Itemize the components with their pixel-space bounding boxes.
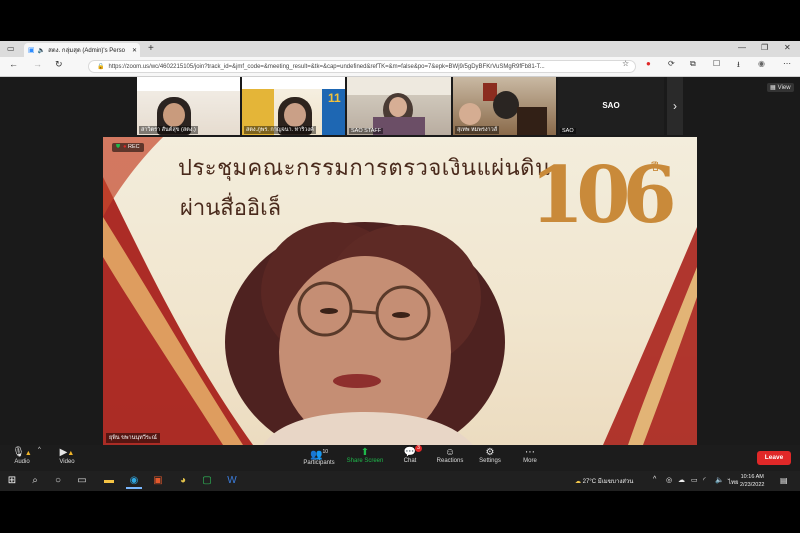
participants-count: 10 (322, 449, 328, 455)
banner-headline: ประชุมคณะกรรมการตรวจเงินแผ่นดิน (178, 156, 551, 181)
chat-label: Chat (403, 458, 417, 464)
edge-browser-icon[interactable]: ◉ (126, 473, 142, 489)
notifications-icon[interactable]: ▤ (780, 476, 788, 485)
participants-button[interactable]: 👥10 Participants (297, 447, 341, 466)
browser-tab[interactable]: ▣ 🔈 สตง. กลุ่มสุด (Admin)'s Perso ✕ (24, 43, 140, 57)
line-app-icon[interactable]: ▢ (199, 473, 215, 489)
forward-icon[interactable]: → (33, 59, 42, 69)
reactions-button[interactable]: ☺ Reactions (428, 447, 472, 464)
input-language[interactable]: ไทย (728, 477, 739, 487)
participants-icon: 👥10 (309, 449, 328, 461)
tab-title: สตง. กลุ่มสุด (Admin)'s Perso (48, 48, 125, 54)
more-button[interactable]: ⋯ More (508, 447, 552, 464)
participant-name: สุเทพ หมพรงาวส์ (455, 126, 500, 134)
address-bar[interactable]: 🔒 https://zoom.us/wc/4602215105/join?tra… (88, 60, 636, 73)
share-screen-icon: ⬆ (360, 447, 370, 458)
settings-button[interactable]: ⚙ Settings (468, 447, 512, 464)
widgets-icon[interactable]: ▭ (74, 473, 90, 489)
anniversary-logo-number: 106 (530, 150, 677, 241)
participant-thumbnail[interactable]: SAO SAO (558, 77, 664, 135)
camera-warning-icon: ▶▲ (59, 447, 75, 458)
maximize-icon[interactable]: ❐ (761, 43, 768, 52)
participant-big-name: SAO (602, 101, 620, 110)
rec-dot-icon: ● (123, 144, 127, 150)
wifi-icon[interactable]: ◜ (703, 476, 706, 484)
more-label: More (523, 458, 537, 464)
weather-widget[interactable]: ☁ 27°C มีเมฆบางส่วน (575, 476, 633, 486)
menu-icon[interactable]: ⋯ (783, 59, 791, 68)
onedrive-icon[interactable]: ☁ (678, 476, 685, 484)
windows-start-icon[interactable]: ⊞ (4, 473, 20, 489)
anniversary-logo-suffix: ปี (651, 160, 659, 174)
leave-button[interactable]: Leave (757, 451, 791, 465)
back-icon[interactable]: ← (9, 59, 18, 69)
participant-thumbnail[interactable]: สาวิตรา สันต์สุข (สตง.) (137, 77, 240, 135)
rec-label: REC (128, 144, 140, 150)
close-window-icon[interactable]: ✕ (784, 43, 791, 52)
share-screen-label: Share Screen (346, 458, 384, 464)
view-label: View (777, 85, 791, 91)
banner-subheadline: ผ่านสื่ออิเล็ (180, 196, 282, 221)
share-screen-button[interactable]: ⬆ Share Screen (343, 447, 387, 464)
video-label: Video (59, 459, 75, 465)
chrome-icon[interactable]: ◕ (175, 473, 191, 489)
chat-icon: 💬 3 (388, 445, 432, 458)
word-icon[interactable]: W (224, 473, 240, 489)
participant-thumbnail[interactable]: 11 สตง.ภูพร. กาญจนา. ทาริวงค์ (242, 77, 345, 135)
participant-name: SAO (560, 128, 576, 134)
lock-icon: 🔒 (97, 64, 105, 70)
system-clock[interactable]: 10:16 AM 2/23/2022 (740, 473, 764, 489)
gear-icon: ⚙ (485, 447, 495, 458)
chat-button[interactable]: 💬 3 Chat (388, 445, 432, 464)
file-explorer-icon[interactable]: ▬ (101, 473, 117, 489)
cloud-sun-icon: ☁ (575, 479, 581, 485)
participant-name: สาวิตรา สันต์สุข (สตง.) (139, 126, 198, 134)
speaker-name-label: ยุพิน ขพานนุทวีระณ์ (106, 433, 160, 443)
participant-name: สตง.ภูพร. กาญจนา. ทาริวงค์ (244, 126, 316, 134)
next-page-icon[interactable]: › (667, 77, 683, 135)
new-tab-icon[interactable]: + (148, 43, 154, 54)
clock-time: 10:16 AM (740, 474, 764, 480)
grid-icon: ▦ (770, 85, 776, 91)
minimize-icon[interactable]: — (738, 43, 746, 52)
audio-options-icon[interactable]: ^ (38, 447, 41, 453)
search-icon[interactable]: ⌕ (27, 473, 43, 489)
downloads-icon[interactable]: ⭳ (737, 59, 740, 73)
extensions-icon[interactable]: ⟳ (668, 59, 675, 68)
reload-icon[interactable]: ↻ (55, 59, 63, 70)
participant-thumbnail[interactable]: SAO STAFF (347, 77, 451, 135)
close-tab-icon[interactable]: ✕ (132, 47, 140, 54)
view-button[interactable]: ▦ View (767, 83, 794, 92)
reactions-label: Reactions (436, 458, 464, 464)
volume-icon[interactable]: 🔈 (715, 476, 724, 484)
extension-badge-icon[interactable]: ● (646, 59, 651, 68)
reactions-icon: ☺ (444, 447, 456, 458)
shield-icon: ⛊ (116, 144, 121, 150)
zoom-favicon-icon: ▣ (28, 47, 35, 54)
settings-label: Settings (479, 458, 501, 464)
recording-indicator: ⛊ ● REC (112, 143, 144, 152)
audio-label: Audio (14, 459, 30, 465)
speaker-icon: 🔈 (37, 47, 46, 54)
clock-date: 2/23/2022 (740, 482, 765, 488)
participant-thumbnail[interactable]: สุเทพ หมพรงาวส์ (453, 77, 556, 135)
url-text: https://zoom.us/wc/4602215105/join?track… (108, 63, 545, 70)
office-icon[interactable]: ▣ (150, 473, 166, 489)
video-button[interactable]: ▶▲ Video (45, 447, 89, 465)
favorite-icon[interactable]: ☆ (622, 59, 629, 68)
participants-label: Participants (303, 460, 335, 467)
usb-icon[interactable]: ▭ (691, 476, 698, 484)
tray-overflow-icon[interactable]: ^ (653, 476, 656, 483)
profile-icon[interactable]: ◉ (758, 59, 765, 68)
chat-badge: 3 (415, 445, 422, 452)
weather-text: 27°C มีเมฆบางส่วน (582, 479, 634, 485)
collections-icon[interactable]: ☐ (713, 59, 720, 68)
tab-actions-icon[interactable]: ▭ (7, 44, 15, 53)
participant-name: SAO STAFF (349, 128, 384, 134)
more-icon: ⋯ (525, 447, 535, 458)
split-screen-icon[interactable]: ⧉ (690, 59, 696, 69)
task-view-icon[interactable]: ○ (50, 473, 66, 489)
tray-app-icon[interactable]: ◎ (666, 476, 672, 484)
